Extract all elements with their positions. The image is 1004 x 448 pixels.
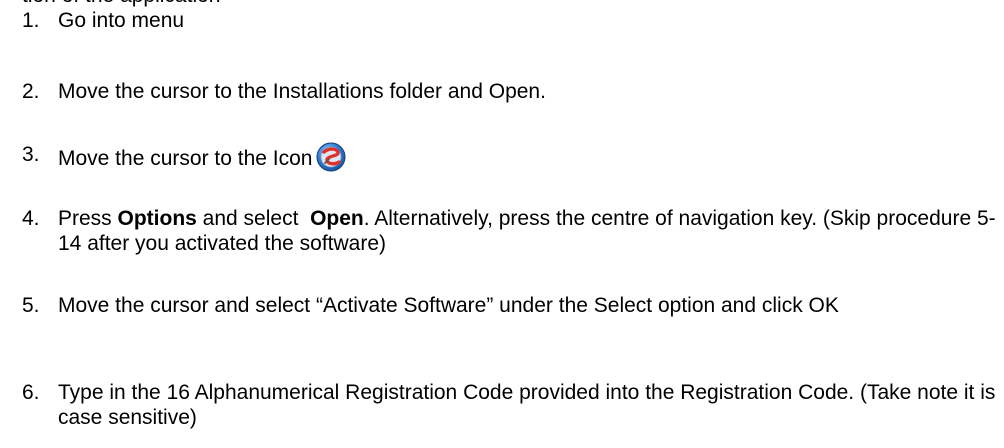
step-text: Type in the 16 Alphanumerical Registrati… — [58, 381, 996, 429]
document-page: tion of the application 1. Go into menu … — [0, 0, 1004, 448]
step-number: 1. — [22, 9, 40, 32]
step-2: 2. Move the cursor to the Installations … — [22, 79, 998, 104]
step-number: 6. — [22, 381, 40, 404]
step-text-part: and select — [196, 207, 311, 230]
step-number: 5. — [22, 294, 40, 317]
open-term: Open — [310, 207, 364, 230]
step-4: 4. Press Options and select Open. Altern… — [22, 206, 998, 256]
step-number: 2. — [22, 80, 40, 103]
step-5: 5. Move the cursor and select “Activate … — [22, 293, 998, 318]
step-text: Move the cursor to the Installations fol… — [58, 80, 546, 103]
options-term: Options — [117, 207, 197, 230]
step-3: 3. Move the cursor to the Icon — [22, 142, 998, 172]
step-text-part: Press — [58, 207, 118, 230]
step-text: Press Options and select Open. Alternati… — [58, 206, 998, 256]
step-number: 3. — [22, 143, 40, 166]
step-text: Move the cursor to the Icon — [58, 147, 313, 170]
clipped-heading-line: tion of the application — [22, 0, 220, 8]
step-text: Go into menu — [58, 9, 185, 32]
step-number: 4. — [22, 207, 40, 230]
step-1: 1. Go into menu — [22, 8, 998, 33]
step-text: Move the cursor and select “Activate Sof… — [58, 294, 839, 317]
step-text-with-icon: Move the cursor to the Icon — [58, 142, 998, 172]
step-6: 6. Type in the 16 Alphanumerical Registr… — [22, 380, 998, 430]
app-swirl-icon — [316, 142, 346, 172]
